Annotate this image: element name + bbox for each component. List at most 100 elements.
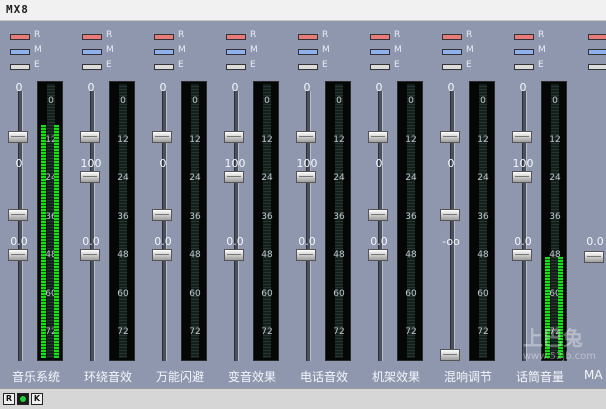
m-indicator-icon[interactable]	[154, 49, 174, 55]
gain-fader-knob[interactable]	[8, 249, 28, 261]
send-a-knob[interactable]	[80, 131, 100, 143]
send-a-knob[interactable]	[296, 131, 316, 143]
led-row-m[interactable]: M	[154, 45, 194, 57]
send-b-knob[interactable]	[368, 209, 388, 221]
e-indicator-icon[interactable]	[10, 64, 30, 70]
led-row-e[interactable]: E	[370, 60, 410, 72]
r-indicator-icon[interactable]	[298, 34, 318, 40]
power-led-icon[interactable]	[17, 393, 29, 405]
led-row-m[interactable]: M	[442, 45, 482, 57]
m-indicator-icon[interactable]	[514, 49, 534, 55]
e-indicator-icon[interactable]	[442, 64, 462, 70]
m-indicator-icon[interactable]	[10, 49, 30, 55]
gain-fader-knob[interactable]	[80, 249, 100, 261]
led-row-e[interactable]: E	[10, 60, 50, 72]
led-row-e[interactable]: E	[588, 63, 606, 72]
led-row-r[interactable]: R	[82, 30, 122, 42]
led-row-r[interactable]: R	[226, 30, 266, 42]
led-row-r[interactable]: R	[442, 30, 482, 42]
r-indicator-icon[interactable]	[154, 34, 174, 40]
meter-tick-label: 36	[261, 211, 273, 222]
led-row-e[interactable]: E	[226, 60, 266, 72]
gain-fader-knob[interactable]	[368, 249, 388, 261]
meter-tick-label: 12	[333, 134, 345, 145]
gain-fader-knob[interactable]	[224, 249, 244, 261]
led-row-e[interactable]: E	[298, 60, 338, 72]
meter-tick-label: 48	[405, 250, 417, 260]
led-label: R	[538, 30, 545, 40]
led-row-e[interactable]: E	[514, 60, 554, 72]
led-row-r[interactable]: R	[588, 33, 606, 42]
r-indicator-icon[interactable]	[82, 34, 102, 40]
led-row-r[interactable]: R	[298, 30, 338, 42]
e-indicator-icon[interactable]	[298, 64, 318, 70]
send-b-knob[interactable]	[8, 209, 28, 221]
record-button[interactable]: R	[3, 393, 15, 405]
send-a-knob[interactable]	[512, 131, 532, 143]
m-indicator-icon[interactable]	[588, 49, 606, 55]
led-row-r[interactable]: R	[514, 30, 554, 42]
send-a-knob[interactable]	[152, 131, 172, 143]
meter-tick-label: 12	[477, 134, 489, 145]
send-a-value: 0	[231, 81, 239, 94]
gain-fader-knob[interactable]	[512, 249, 532, 261]
send-a-knob[interactable]	[8, 131, 28, 143]
channel-strip: R M E 0 0 0.0 0 12 24 36 48 60 72 音乐系统	[0, 21, 72, 388]
led-row-m[interactable]: M	[10, 45, 50, 57]
send-a-knob[interactable]	[224, 131, 244, 143]
gain-fader-knob[interactable]	[440, 349, 460, 361]
m-indicator-icon[interactable]	[226, 49, 246, 55]
led-label: M	[178, 45, 186, 55]
meter-level-l	[41, 125, 46, 358]
meter-tick-label: 12	[261, 134, 273, 145]
gain-fader-knob[interactable]	[296, 249, 316, 261]
led-row-e[interactable]: E	[154, 60, 194, 72]
send-b-knob[interactable]	[80, 171, 100, 183]
r-indicator-icon[interactable]	[588, 34, 606, 40]
send-b-knob[interactable]	[512, 171, 532, 183]
r-indicator-icon[interactable]	[10, 34, 30, 40]
r-indicator-icon[interactable]	[514, 34, 534, 40]
e-indicator-icon[interactable]	[154, 64, 174, 70]
e-indicator-icon[interactable]	[226, 64, 246, 70]
gain-fader-knob[interactable]	[152, 249, 172, 261]
send-a-knob[interactable]	[368, 131, 388, 143]
e-indicator-icon[interactable]	[82, 64, 102, 70]
e-indicator-icon[interactable]	[370, 64, 390, 70]
send-a-value: 0	[159, 81, 167, 94]
k-button[interactable]: K	[31, 393, 43, 405]
led-label: M	[106, 45, 114, 55]
m-indicator-icon[interactable]	[298, 49, 318, 55]
m-indicator-icon[interactable]	[82, 49, 102, 55]
send-b-value: 100	[512, 157, 534, 170]
send-b-knob[interactable]	[440, 209, 460, 221]
level-meter: 0 12 24 36 48 60 72	[181, 81, 207, 361]
led-row-r[interactable]: R	[370, 30, 410, 42]
r-indicator-icon[interactable]	[370, 34, 390, 40]
send-a-knob[interactable]	[440, 131, 460, 143]
led-row-r[interactable]: R	[154, 30, 194, 42]
m-indicator-icon[interactable]	[442, 49, 462, 55]
e-indicator-icon[interactable]	[514, 64, 534, 70]
title-bar: MX8	[0, 0, 606, 21]
led-row-m[interactable]: M	[298, 45, 338, 57]
send-b-knob[interactable]	[152, 209, 172, 221]
send-b-knob[interactable]	[224, 171, 244, 183]
e-indicator-icon[interactable]	[588, 64, 606, 70]
led-row-m[interactable]: M	[226, 45, 266, 57]
gain-fader-knob[interactable]	[584, 251, 604, 263]
led-row-m[interactable]: M	[588, 48, 606, 57]
led-row-m[interactable]: M	[514, 45, 554, 57]
led-row-r[interactable]: R	[10, 30, 50, 42]
led-row-m[interactable]: M	[82, 45, 122, 57]
led-row-m[interactable]: M	[370, 45, 410, 57]
gain-value: 0.0	[82, 235, 100, 248]
channel-label: 混响调节	[443, 370, 492, 384]
led-row-e[interactable]: E	[442, 60, 482, 72]
r-indicator-icon[interactable]	[442, 34, 462, 40]
meter-tick-label: 0	[48, 96, 54, 106]
m-indicator-icon[interactable]	[370, 49, 390, 55]
send-b-knob[interactable]	[296, 171, 316, 183]
led-row-e[interactable]: E	[82, 60, 122, 72]
r-indicator-icon[interactable]	[226, 34, 246, 40]
